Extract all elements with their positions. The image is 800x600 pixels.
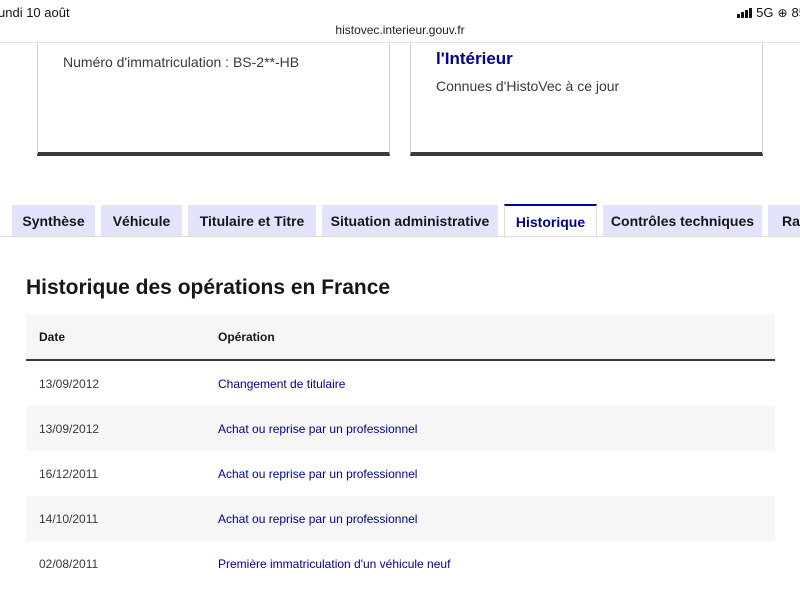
network-label: 5G <box>756 5 774 20</box>
status-bar: undi 10 août 5G ⊕ 85 <box>0 0 800 24</box>
row-operation: Achat ou reprise par un professionnel <box>218 466 418 481</box>
orientation-lock-icon: ⊕ <box>777 5 788 20</box>
info-card-subtitle: Connues d'HistoVec à ce jour <box>436 78 620 94</box>
page-title: Historique des opérations en France <box>26 276 391 299</box>
info-card: l'Intérieur Connues d'HistoVec à ce jour <box>410 43 763 156</box>
tab-historique[interactable]: Historique <box>504 204 597 238</box>
row-date: 16/12/2011 <box>39 466 99 481</box>
plate-number: Numéro d'immatriculation : BS-2**-HB <box>63 54 300 70</box>
table-row: 13/09/2012 Changement de titulaire <box>26 361 775 406</box>
header-operation: Opération <box>218 329 275 344</box>
battery-level: 85 <box>791 5 800 20</box>
vehicle-card: Numéro d'immatriculation : BS-2**-HB <box>37 43 390 156</box>
tab-vehicule[interactable]: Véhicule <box>101 205 182 237</box>
table-row: 16/12/2011 Achat ou reprise par un profe… <box>26 451 775 496</box>
tab-rapport[interactable]: Rap <box>768 205 800 237</box>
url-bar[interactable]: histovec.interieur.gouv.fr <box>0 23 800 37</box>
row-date: 13/09/2012 <box>39 376 100 391</box>
row-date: 02/08/2011 <box>39 556 99 571</box>
row-date: 13/09/2012 <box>39 421 100 436</box>
status-right: 5G ⊕ 85 <box>737 5 800 20</box>
table-header: Date Opération <box>26 314 775 361</box>
row-operation: Changement de titulaire <box>218 376 346 391</box>
row-date: 14/10/2011 <box>39 511 99 526</box>
tab-controles-techniques[interactable]: Contrôles techniques <box>603 205 762 237</box>
row-operation: Première immatriculation d'un véhicule n… <box>218 556 451 571</box>
tab-synthese[interactable]: Synthèse <box>12 205 95 237</box>
tab-bar: Synthèse Véhicule Titulaire et Titre Sit… <box>0 204 800 238</box>
row-operation: Achat ou reprise par un professionnel <box>218 511 418 526</box>
tab-situation-administrative[interactable]: Situation administrative <box>322 205 498 237</box>
cellular-signal-icon <box>737 7 753 18</box>
tab-titulaire[interactable]: Titulaire et Titre <box>188 205 316 237</box>
info-card-title: l'Intérieur <box>436 49 513 68</box>
tabs-underline <box>0 236 800 237</box>
table-row: 02/08/2011 Première immatriculation d'un… <box>26 541 775 586</box>
table-row: 14/10/2011 Achat ou reprise par un profe… <box>26 496 775 541</box>
table-row: 13/09/2012 Achat ou reprise par un profe… <box>26 406 775 451</box>
row-operation: Achat ou reprise par un professionnel <box>218 421 418 436</box>
history-table: Date Opération 13/09/2012 Changement de … <box>26 314 775 586</box>
status-date: undi 10 août <box>0 5 70 20</box>
header-date: Date <box>39 329 66 344</box>
